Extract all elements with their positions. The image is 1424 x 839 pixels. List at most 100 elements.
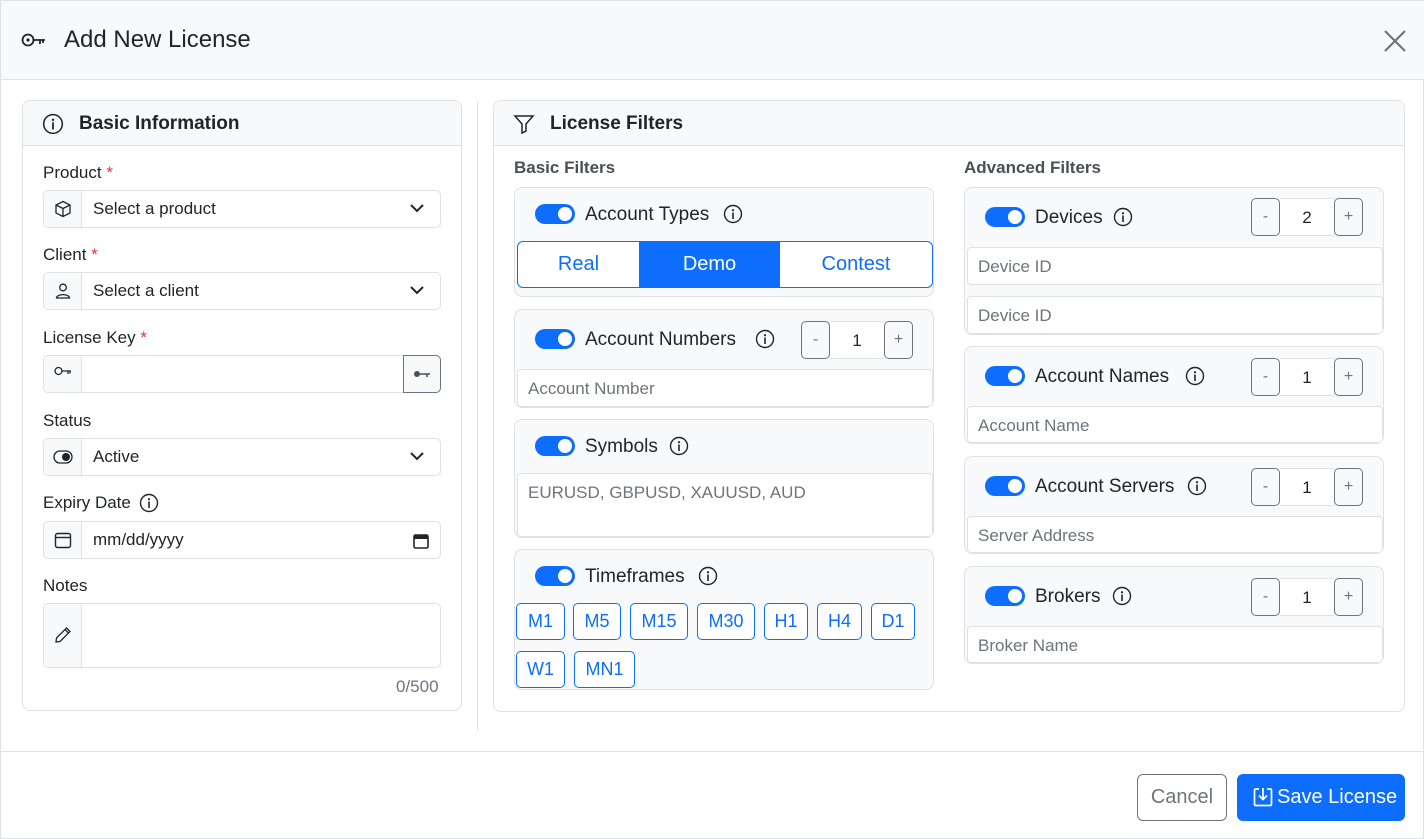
device-id-input[interactable]: Device ID <box>967 296 1383 334</box>
account-numbers-filter: Account Numbers - 1 + Account Number <box>514 309 934 408</box>
client-select[interactable]: Select a client <box>43 272 441 310</box>
decrement-button[interactable]: - <box>1251 578 1280 616</box>
key-icon <box>21 31 47 54</box>
server-address-input[interactable]: Server Address <box>967 516 1383 553</box>
account-numbers-toggle[interactable] <box>535 329 575 349</box>
dialog-title: Add New License <box>64 26 251 53</box>
notes-counter: 0/500 <box>396 677 439 696</box>
save-license-button[interactable]: Save License <box>1237 774 1405 821</box>
devices-stepper[interactable]: - 2 + <box>1251 198 1363 236</box>
timeframe-d1[interactable]: D1 <box>871 603 915 640</box>
product-label: Product * <box>43 163 113 182</box>
column-divider <box>477 101 478 731</box>
dialog-footer: Cancel Save License <box>1 751 1424 839</box>
account-names-filter: Account Names - 1 + Account Name <box>964 346 1384 444</box>
info-icon[interactable] <box>139 493 159 513</box>
info-icon[interactable] <box>1187 476 1207 496</box>
info-icon[interactable] <box>723 204 743 224</box>
info-icon[interactable] <box>669 436 689 456</box>
account-names-stepper[interactable]: - 1 + <box>1251 358 1363 396</box>
device-id-input[interactable]: Device ID <box>967 247 1383 285</box>
decrement-button[interactable]: - <box>1251 468 1280 506</box>
filter-icon <box>513 115 535 135</box>
timeframe-m30[interactable]: M30 <box>697 603 755 640</box>
advanced-filters-label: Advanced Filters <box>964 158 1101 177</box>
info-icon[interactable] <box>1113 207 1133 227</box>
timeframe-mn1[interactable]: MN1 <box>574 651 635 688</box>
license-key-input[interactable] <box>43 355 441 393</box>
decrement-button[interactable]: - <box>1251 198 1280 236</box>
calendar-picker-icon[interactable] <box>413 533 429 549</box>
info-icon[interactable] <box>1112 586 1132 606</box>
box-icon <box>55 200 71 218</box>
timeframe-h1[interactable]: H1 <box>764 603 808 640</box>
add-license-dialog: Add New License Basic Information Produc… <box>0 0 1424 839</box>
decrement-button[interactable]: - <box>1251 358 1280 396</box>
cancel-button[interactable]: Cancel <box>1137 774 1227 821</box>
account-type-demo[interactable]: Demo <box>639 241 780 288</box>
account-types-toggle[interactable] <box>535 204 575 224</box>
card-title: License Filters <box>550 113 684 134</box>
timeframes-filter: Timeframes M1 M5 M15 M30 H1 H4 D1 W1 MN1 <box>514 549 934 690</box>
product-select[interactable]: Select a product <box>43 190 441 228</box>
account-type-real[interactable]: Real <box>517 241 640 288</box>
brokers-filter: Brokers - 1 + Broker Name <box>964 566 1384 664</box>
decrement-button[interactable]: - <box>801 321 830 359</box>
dialog-header: Add New License <box>1 1 1424 80</box>
basic-filters-label: Basic Filters <box>514 158 616 177</box>
chevron-down-icon <box>410 204 424 213</box>
card-title: Basic Information <box>79 113 240 134</box>
status-label: Status <box>43 411 92 430</box>
person-icon <box>55 283 71 299</box>
increment-button[interactable]: + <box>1334 468 1363 506</box>
account-name-input[interactable]: Account Name <box>967 406 1383 443</box>
account-servers-toggle[interactable] <box>985 476 1025 496</box>
account-numbers-stepper[interactable]: - 1 + <box>801 321 913 359</box>
timeframe-m15[interactable]: M15 <box>630 603 688 640</box>
pencil-icon <box>55 627 71 643</box>
account-servers-filter: Account Servers - 1 + Server Address <box>964 456 1384 554</box>
symbols-toggle[interactable] <box>535 436 575 456</box>
info-icon[interactable] <box>755 329 775 349</box>
chevron-down-icon <box>410 286 424 295</box>
account-number-input[interactable]: Account Number <box>517 369 933 407</box>
key-icon <box>54 366 71 376</box>
devices-filter: Devices - 2 + Device ID Device ID <box>964 187 1384 335</box>
brokers-toggle[interactable] <box>985 586 1025 606</box>
symbols-textarea[interactable]: EURUSD, GBPUSD, XAUUSD, AUD <box>517 473 933 537</box>
key-icon <box>414 371 430 377</box>
account-type-contest[interactable]: Contest <box>779 241 933 288</box>
notes-label: Notes <box>43 576 88 595</box>
calendar-icon <box>54 532 72 549</box>
account-names-toggle[interactable] <box>985 366 1025 386</box>
info-icon <box>42 113 64 135</box>
client-label: Client * <box>43 245 98 264</box>
notes-textarea[interactable] <box>43 603 441 668</box>
timeframe-h4[interactable]: H4 <box>817 603 862 640</box>
timeframe-w1[interactable]: W1 <box>516 651 565 688</box>
basic-information-card: Basic Information Product * Select a pro… <box>22 100 462 711</box>
expiry-date-label: Expiry Date <box>43 493 131 512</box>
timeframes-toggle[interactable] <box>535 566 575 586</box>
devices-toggle[interactable] <box>985 207 1025 227</box>
download-icon <box>1253 788 1273 807</box>
status-select[interactable]: Active <box>43 438 441 476</box>
info-icon[interactable] <box>1185 366 1205 386</box>
chevron-down-icon <box>410 452 424 461</box>
broker-name-input[interactable]: Broker Name <box>967 626 1383 663</box>
account-servers-stepper[interactable]: - 1 + <box>1251 468 1363 506</box>
close-icon[interactable] <box>1381 27 1409 55</box>
increment-button[interactable]: + <box>1334 578 1363 616</box>
generate-key-button[interactable] <box>403 355 441 393</box>
timeframe-m5[interactable]: M5 <box>573 603 621 640</box>
brokers-stepper[interactable]: - 1 + <box>1251 578 1363 616</box>
timeframe-m1[interactable]: M1 <box>516 603 565 640</box>
license-key-label: License Key * <box>43 328 147 347</box>
increment-button[interactable]: + <box>1334 358 1363 396</box>
info-icon[interactable] <box>698 566 718 586</box>
increment-button[interactable]: + <box>1334 198 1363 236</box>
symbols-filter: Symbols EURUSD, GBPUSD, XAUUSD, AUD <box>514 419 934 538</box>
expiry-date-input[interactable]: mm/dd/yyyy <box>43 521 441 559</box>
increment-button[interactable]: + <box>884 321 913 359</box>
account-types-filter: Account Types Real Demo Contest <box>514 187 934 297</box>
